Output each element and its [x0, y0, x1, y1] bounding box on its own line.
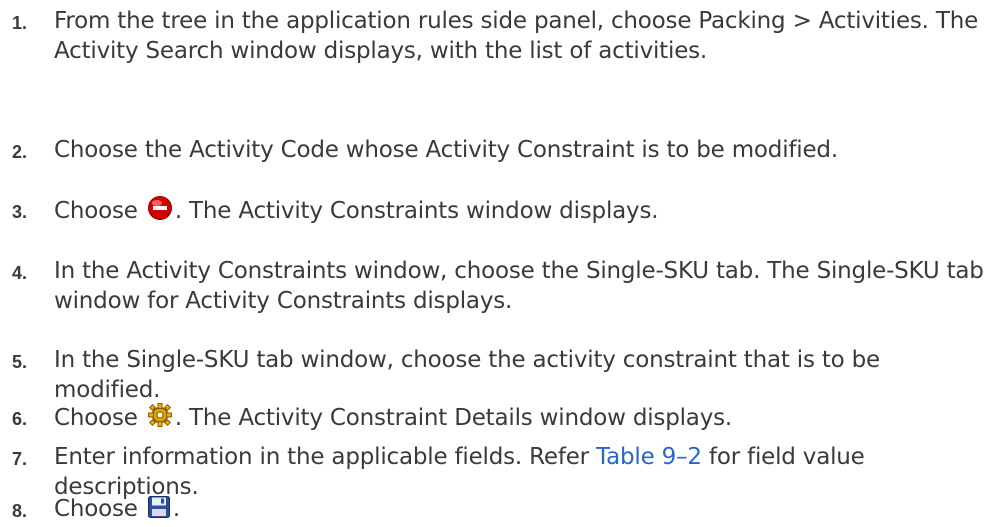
- step-text: From the tree in the application rules s…: [54, 8, 979, 64]
- step-number: 6.: [12, 409, 28, 429]
- save-icon: [147, 495, 171, 527]
- step-number: 1.: [12, 13, 28, 33]
- step-text-before: Enter information in the applicable fiel…: [54, 444, 597, 470]
- step-number: 5.: [12, 352, 28, 372]
- step-text-before: Choose: [54, 496, 145, 522]
- step-number: 7.: [12, 449, 28, 469]
- step-text: In the Activity Constraints window, choo…: [54, 258, 984, 314]
- step-text-before: Choose: [54, 198, 145, 224]
- step-text-after: . The Activity Constraints window displa…: [174, 198, 659, 224]
- step-text-before: Choose: [54, 405, 145, 431]
- step-text-after: .: [172, 496, 180, 522]
- delete-icon: [147, 195, 173, 229]
- step-text: Choose the Activity Code whose Activity …: [54, 137, 838, 163]
- gear-icon: [147, 402, 173, 436]
- step-text-after: . The Activity Constraint Details window…: [174, 405, 733, 431]
- table-link[interactable]: Table 9–2: [596, 444, 702, 470]
- step-number: 4.: [12, 263, 28, 283]
- step-number: 8.: [12, 501, 28, 521]
- step-number: 3.: [12, 202, 28, 222]
- step-text: In the Single-SKU tab window, choose the…: [54, 347, 881, 403]
- step-number: 2.: [12, 142, 28, 162]
